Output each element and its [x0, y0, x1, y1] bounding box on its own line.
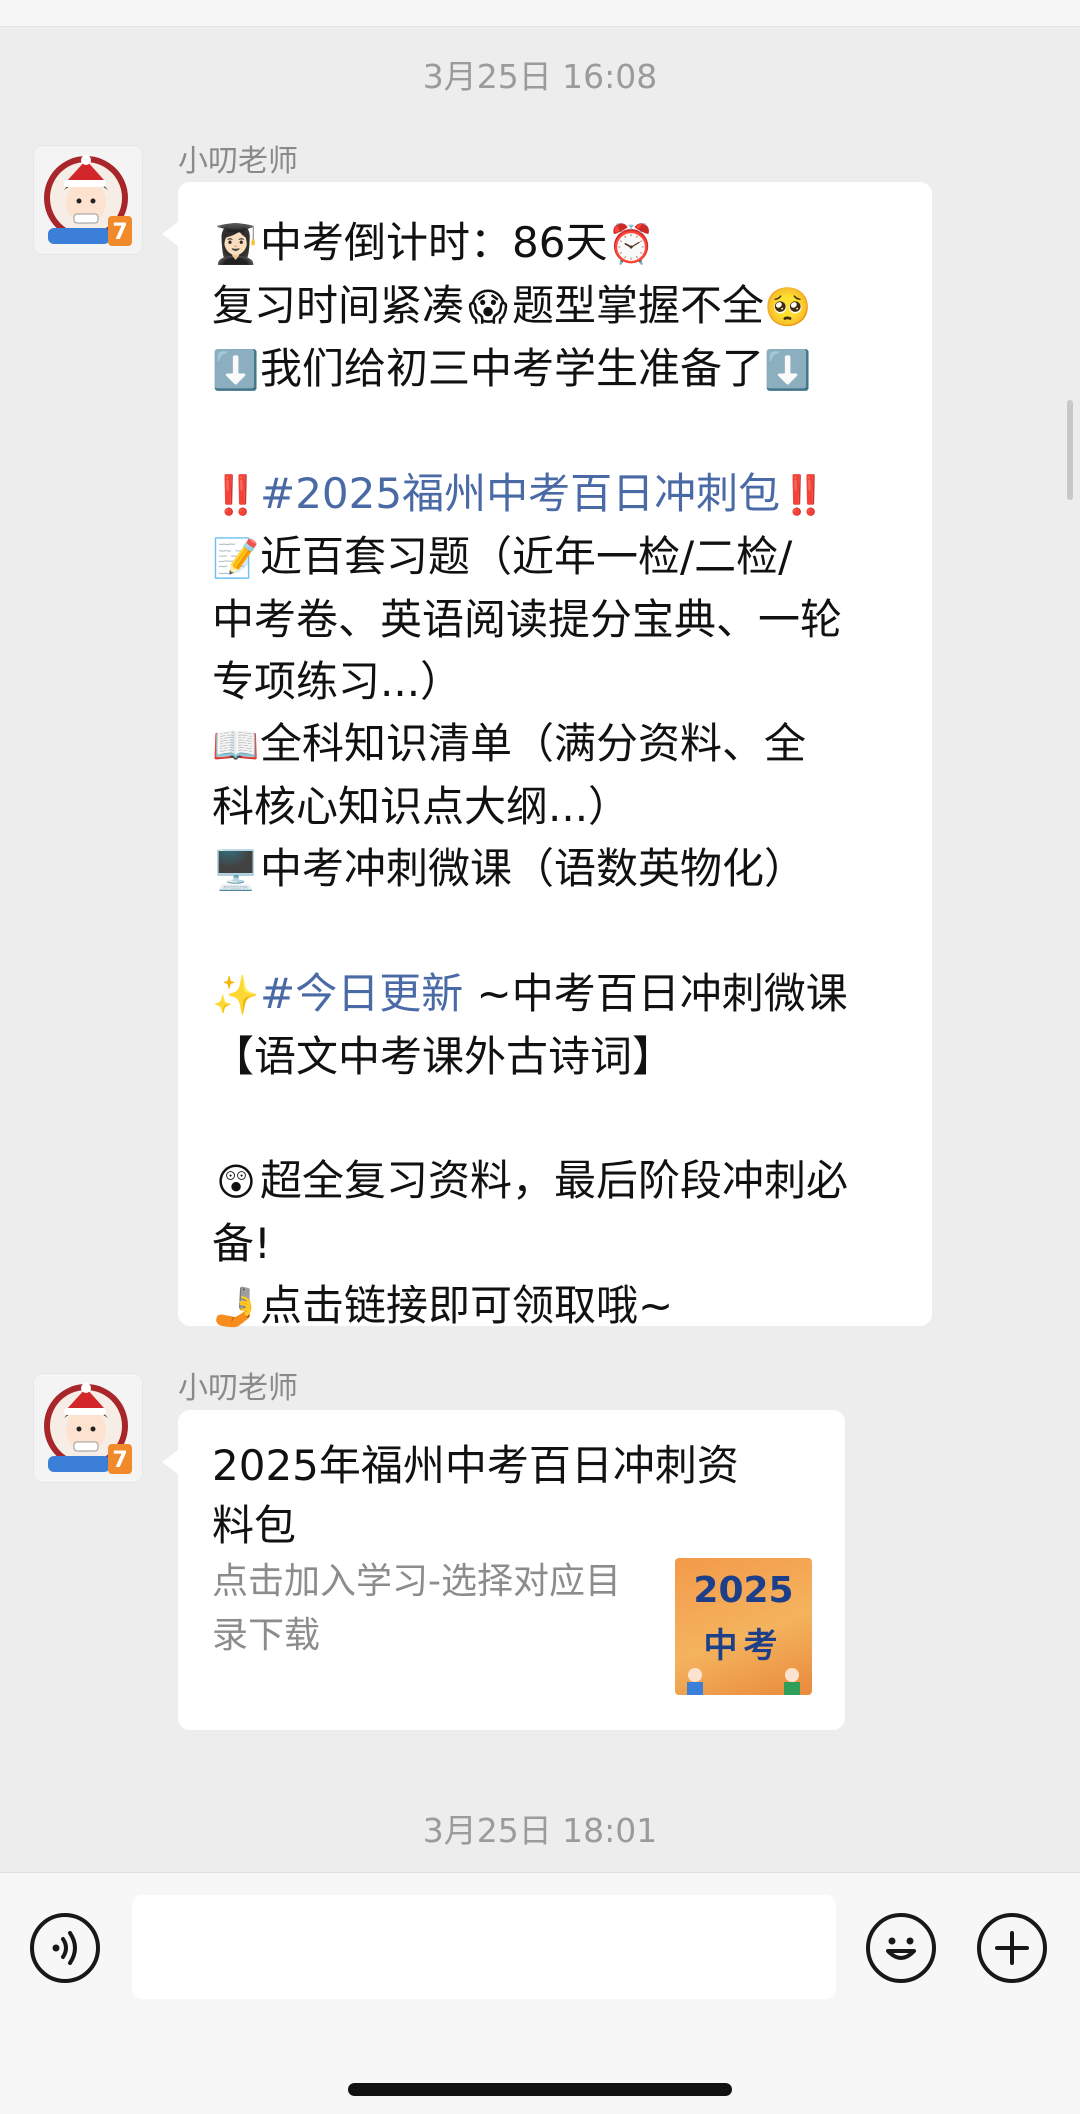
message-line: 📖全科知识清单（满分资料、全	[212, 713, 902, 776]
message-line: 📝近百套习题（近年一检/二检/	[212, 526, 902, 589]
card-thumbnail: 2025 中考	[675, 1558, 812, 1695]
home-indicator[interactable]	[348, 2083, 732, 2096]
line-text: 复习时间紧凑	[212, 281, 465, 330]
message-line: 🖥️中考冲刺微课（语数英物化）	[212, 838, 902, 901]
desktop-computer-emoji: 🖥️	[212, 848, 260, 892]
message-input[interactable]	[132, 1895, 836, 1999]
message-line: ⬇️我们给初三中考学生准备了⬇️	[212, 338, 902, 401]
sender-avatar[interactable]: 7	[33, 145, 143, 255]
avatar-cartoon-icon: 7	[34, 1374, 142, 1482]
message-line: 🤳点击链接即可领取哦~	[212, 1275, 902, 1338]
message-line: ‼️#2025福州中考百日冲刺包‼️	[212, 463, 902, 526]
sender-name: 小叨老师	[178, 1371, 298, 1406]
message-line: 备!	[212, 1219, 271, 1268]
message-bubble[interactable]: 👩🏻‍🎓中考倒计时：86天⏰ 复习时间紧凑 😱题型掌握不全🥺 ⬇️我们给初三中考学…	[162, 182, 932, 1330]
thumbnail-year: 2025	[693, 1570, 794, 1611]
students-illustration-icon	[687, 1668, 800, 1695]
down-arrow-emoji: ⬇️	[212, 348, 260, 392]
message-timestamp: 3月25日 16:08	[422, 57, 658, 96]
line-text: 近百套习题（近年一检/二检/	[260, 532, 793, 581]
svg-text:7: 7	[112, 1448, 127, 1473]
line-text: 题型掌握不全	[512, 281, 765, 330]
emoji-button[interactable]	[866, 1913, 936, 1983]
hashtag-link[interactable]: #2025福州中考百日冲刺包	[260, 469, 780, 518]
double-exclamation-emoji: ‼️	[212, 473, 260, 517]
avatar-cartoon-icon: 7	[34, 146, 142, 254]
message-line: ✨#今日更新 ~中考百日冲刺微课	[212, 963, 902, 1026]
down-arrow-emoji: ⬇️	[764, 348, 812, 392]
line-text: 我们给初三中考学生准备了	[260, 344, 765, 393]
chat-input-bar	[0, 1872, 1080, 2114]
line-text: 中考倒计时：86天	[260, 218, 608, 267]
message-line: 科核心知识点大纲...）	[212, 782, 631, 831]
top-strip	[0, 0, 1080, 27]
open-book-emoji: 📖	[212, 723, 260, 767]
message-line: 👩🏻‍🎓中考倒计时：86天⏰	[212, 212, 902, 275]
thumbnail-word: 中考	[703, 1626, 784, 1666]
alarm-clock-emoji: ⏰	[607, 222, 656, 266]
message-line: 😲超全复习资料，最后阶段冲刺必	[212, 1150, 902, 1213]
sparkles-emoji: ✨	[212, 973, 260, 1017]
double-exclamation-emoji: ‼️	[780, 473, 828, 517]
plus-icon	[995, 1931, 1029, 1965]
card-description: 点击加入学习-选择对应目录下载	[212, 1561, 621, 1656]
message-line: 【语文中考课外古诗词】	[212, 1032, 675, 1081]
line-text: 中考冲刺微课（语数英物化）	[260, 844, 807, 893]
message-line: 专项练习...）	[212, 657, 463, 706]
message-line: 复习时间紧凑 😱题型掌握不全🥺	[212, 275, 902, 338]
card-title: 2025年福州中考百日冲刺资料包	[212, 1441, 739, 1550]
svg-text:7: 7	[112, 220, 127, 245]
voice-icon	[52, 1931, 77, 1965]
line-text: 超全复习资料，最后阶段冲刺必	[260, 1156, 849, 1205]
student-graduate-emoji: 👩🏻‍🎓	[212, 222, 260, 266]
more-options-button[interactable]	[977, 1913, 1047, 1983]
screaming-face-emoji: 😱	[468, 285, 508, 329]
pleading-face-emoji: 🥺	[764, 285, 812, 329]
sender-name: 小叨老师	[178, 144, 298, 179]
message-timestamp: 3月25日 18:01	[422, 1811, 658, 1850]
astonished-face-emoji: 😲	[216, 1160, 256, 1204]
line-text: 点击链接即可领取哦~	[260, 1281, 674, 1330]
voice-button[interactable]	[30, 1913, 100, 1983]
scrollbar[interactable]	[1067, 400, 1073, 500]
smiley-icon	[886, 1937, 916, 1960]
sender-avatar[interactable]: 7	[33, 1373, 143, 1483]
message-line: 中考卷、英语阅读提分宝典、一轮	[212, 595, 843, 644]
selfie-emoji: 🤳	[212, 1285, 260, 1329]
link-card-bubble[interactable]: 2025年福州中考百日冲刺资料包 点击加入学习-选择对应目录下载 2025 中考	[162, 1410, 845, 1730]
memo-emoji: 📝	[212, 536, 260, 580]
line-text: 全科知识清单（满分资料、全	[260, 719, 807, 768]
hashtag-link[interactable]: #今日更新	[260, 969, 463, 1018]
line-text: ~中考百日冲刺微课	[463, 969, 848, 1018]
